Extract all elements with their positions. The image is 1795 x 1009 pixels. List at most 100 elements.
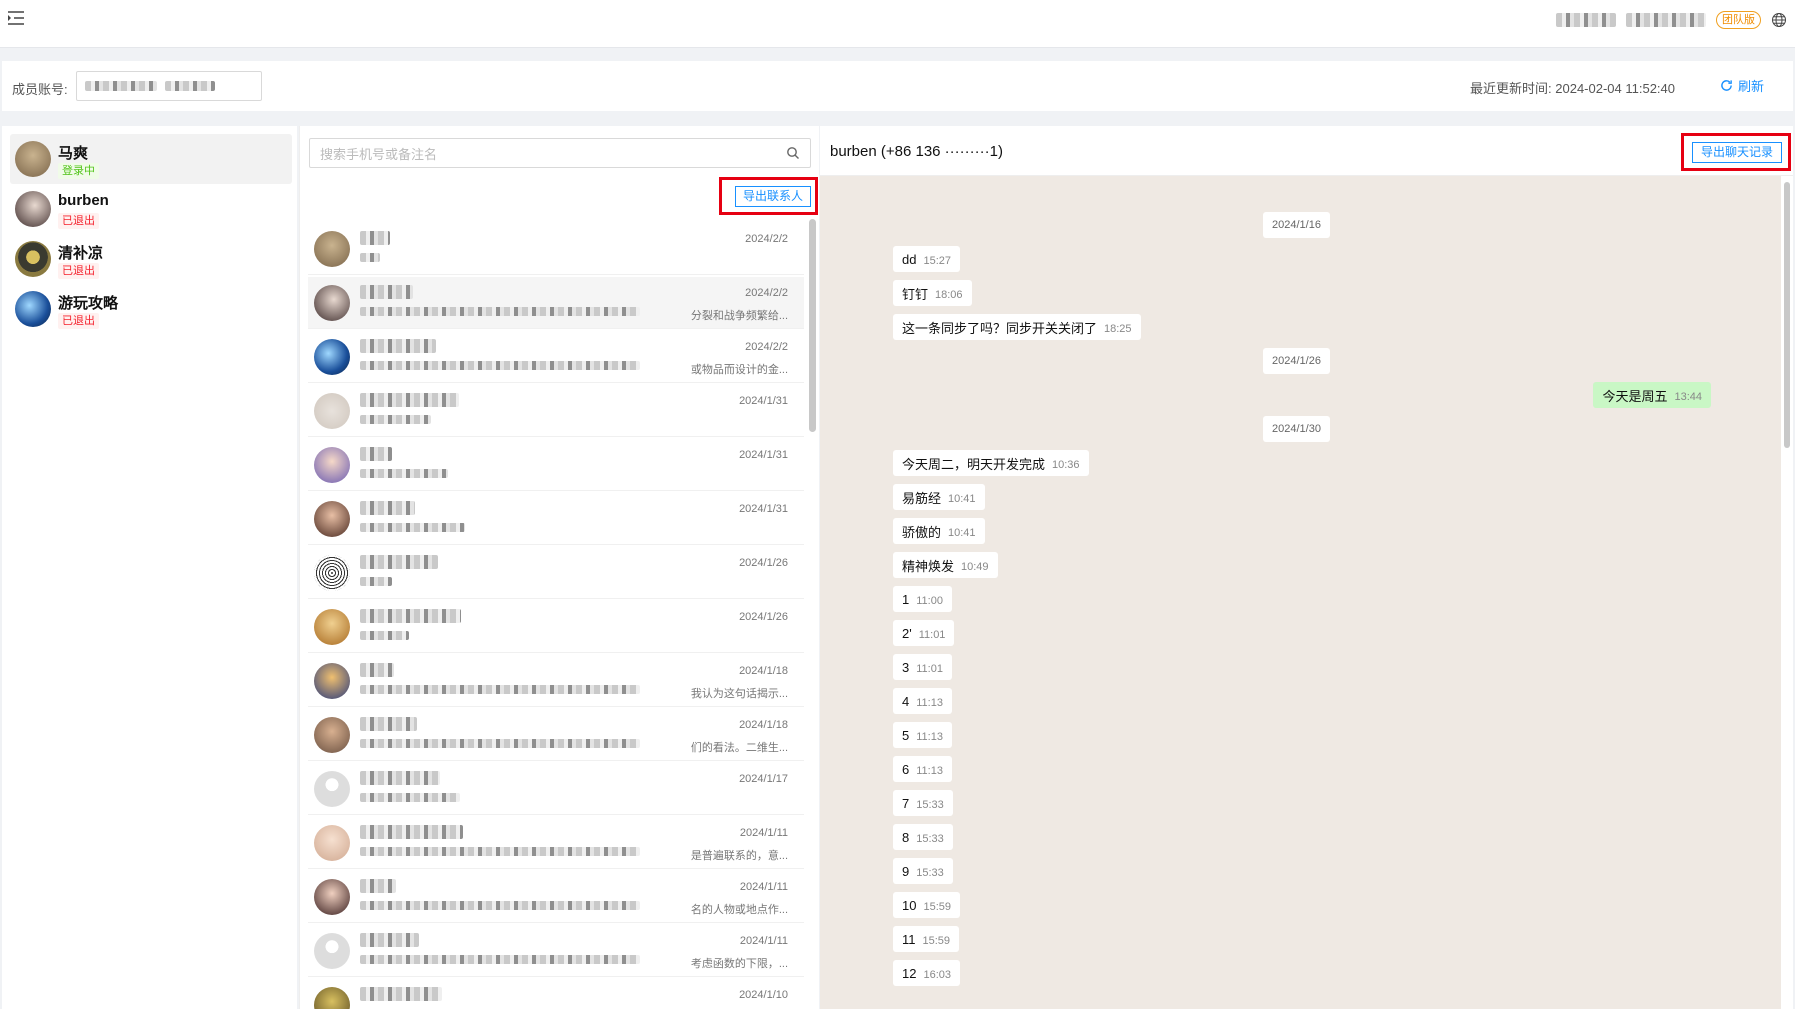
account-name: burben	[58, 192, 109, 209]
contact-item[interactable]: 2024/1/11 是普遍联系的，意...	[308, 817, 804, 869]
message-time: 15:33	[916, 867, 944, 879]
account-list: 马爽 登录中 burben 已退出 清补凉 已退出 游玩攻略 已退出	[2, 126, 297, 1009]
avatar	[314, 285, 350, 321]
account-item[interactable]: burben 已退出	[10, 184, 292, 234]
contact-item[interactable]: 2024/1/31	[308, 493, 804, 545]
contact-item[interactable]: 2024/1/11 考虑函数的下限，...	[308, 925, 804, 977]
avatar	[314, 717, 350, 753]
account-name: 清补凉	[58, 245, 104, 262]
contact-item[interactable]: 2024/2/2	[308, 223, 804, 275]
message-text: 精神焕发	[902, 558, 955, 574]
message-time: 10:49	[961, 561, 989, 573]
export-chat-button[interactable]: 导出聊天记录	[1692, 142, 1782, 163]
account-item[interactable]: 游玩攻略 已退出	[10, 284, 292, 334]
status-badge: 已退出	[58, 263, 99, 279]
message-time: 10:36	[1052, 459, 1080, 471]
message-text: 12	[902, 965, 917, 981]
received-message: 10 15:59	[893, 892, 960, 918]
received-message: 4 11:13	[893, 688, 952, 714]
contact-item[interactable]: 2024/1/11 名的人物或地点作...	[308, 871, 804, 923]
masked-contact-message	[360, 685, 640, 694]
contact-date: 2024/1/11	[739, 881, 788, 893]
date-separator: 2024/1/26	[1263, 348, 1330, 374]
globe-icon[interactable]	[1771, 12, 1787, 28]
avatar	[314, 609, 350, 645]
received-message: 精神焕发 10:49	[893, 552, 998, 578]
masked-contact-name	[360, 771, 440, 785]
message-text: 7	[902, 795, 910, 811]
message-time: 11:01	[918, 629, 946, 641]
chat-scrollbar[interactable]	[1781, 176, 1793, 1009]
chat-panel: burben (+86 136 ·········1) 导出聊天记录 2024/…	[820, 126, 1793, 1009]
message-time: 10:41	[948, 493, 976, 505]
message-text: dd	[902, 251, 917, 267]
contact-scrollbar[interactable]	[809, 219, 816, 432]
message-text: 这一条同步了吗？同步开关关闭了	[902, 320, 1098, 336]
contact-item[interactable]: 2024/1/10	[308, 979, 804, 1009]
masked-user-info	[1626, 13, 1706, 27]
chat-messages: 2024/1/16 dd 15:27 钉钉 18:06 这一条同步了吗？同步开关关闭了 18…	[820, 176, 1781, 1009]
avatar	[314, 771, 350, 807]
avatar	[314, 933, 350, 969]
message-text: 易筋经	[902, 490, 942, 506]
search-icon[interactable]	[786, 146, 800, 160]
export-contacts-button[interactable]: 导出联系人	[735, 186, 811, 207]
contact-item[interactable]: 2024/2/2 分裂和战争频繁给...	[308, 277, 804, 329]
message-text: 4	[902, 693, 910, 709]
export-contacts-highlight: 导出联系人	[719, 177, 818, 215]
status-badge: 已退出	[58, 313, 99, 329]
masked-contact-message	[360, 253, 380, 262]
contact-item[interactable]: 2024/1/26	[308, 601, 804, 653]
contact-preview: 考虑函数的下限，...	[690, 958, 788, 970]
contact-search-input[interactable]: 搜索手机号或备注名	[309, 138, 811, 168]
masked-contact-message	[360, 523, 465, 532]
avatar	[314, 663, 350, 699]
chat-scrollbar-thumb[interactable]	[1784, 182, 1790, 448]
message-time: 16:03	[923, 969, 951, 981]
contact-preview: 是普遍联系的，意...	[690, 850, 788, 862]
message-text: 11	[902, 931, 916, 947]
message-time: 11:13	[916, 697, 943, 709]
chat-header: burben (+86 136 ·········1) 导出聊天记录	[820, 126, 1793, 176]
refresh-button[interactable]: 刷新	[1720, 76, 1764, 95]
avatar	[314, 447, 350, 483]
member-account-select[interactable]	[76, 71, 262, 101]
message-time: 15:59	[923, 901, 951, 913]
message-text: 10	[902, 897, 917, 913]
contact-date: 2024/1/31	[739, 449, 788, 461]
top-bar: 团队版	[0, 0, 1795, 48]
account-item[interactable]: 马爽 登录中	[10, 134, 292, 184]
message-time: 15:27	[923, 255, 951, 267]
received-message: 5 11:13	[893, 722, 952, 748]
contact-item[interactable]: 2024/1/31	[308, 439, 804, 491]
status-badge: 已退出	[58, 213, 99, 229]
received-message: 8 15:33	[893, 824, 953, 850]
contact-date: 2024/2/2	[745, 341, 788, 353]
menu-toggle-icon[interactable]	[6, 9, 26, 27]
contact-item[interactable]: 2024/1/18 我认为这句话揭示...	[308, 655, 804, 707]
account-item[interactable]: 清补凉 已退出	[10, 234, 292, 284]
contact-item[interactable]: 2024/1/31	[308, 385, 804, 437]
masked-contact-message	[360, 631, 409, 640]
received-message: 钉钉 18:06	[893, 280, 972, 306]
message-text: 1	[902, 591, 910, 607]
masked-contact-name	[360, 825, 463, 839]
received-message: 易筋经 10:41	[893, 484, 985, 510]
received-message: 9 15:33	[893, 858, 953, 884]
contact-item[interactable]: 2024/2/2 或物品而设计的金...	[308, 331, 804, 383]
masked-contact-message	[360, 577, 392, 586]
message-text: 8	[902, 829, 910, 845]
contact-item[interactable]: 2024/1/18 们的看法。二维生...	[308, 709, 804, 761]
contact-preview: 我认为这句话揭示...	[690, 688, 788, 700]
avatar	[15, 241, 51, 277]
filter-bar: 成员账号: 最近更新时间: 2024-02-04 11:52:40 刷新	[2, 61, 1793, 111]
received-message: 这一条同步了吗？同步开关关闭了 18:25	[893, 314, 1141, 340]
date-separator: 2024/1/30	[1263, 416, 1330, 442]
contact-item[interactable]: 2024/1/17	[308, 763, 804, 815]
search-placeholder: 搜索手机号或备注名	[320, 146, 438, 162]
message-time: 15:33	[916, 799, 944, 811]
contact-item[interactable]: 2024/1/26	[308, 547, 804, 599]
contact-preview: 或物品而设计的金...	[690, 364, 788, 376]
avatar	[314, 339, 350, 375]
contact-date: 2024/1/11	[739, 935, 788, 947]
